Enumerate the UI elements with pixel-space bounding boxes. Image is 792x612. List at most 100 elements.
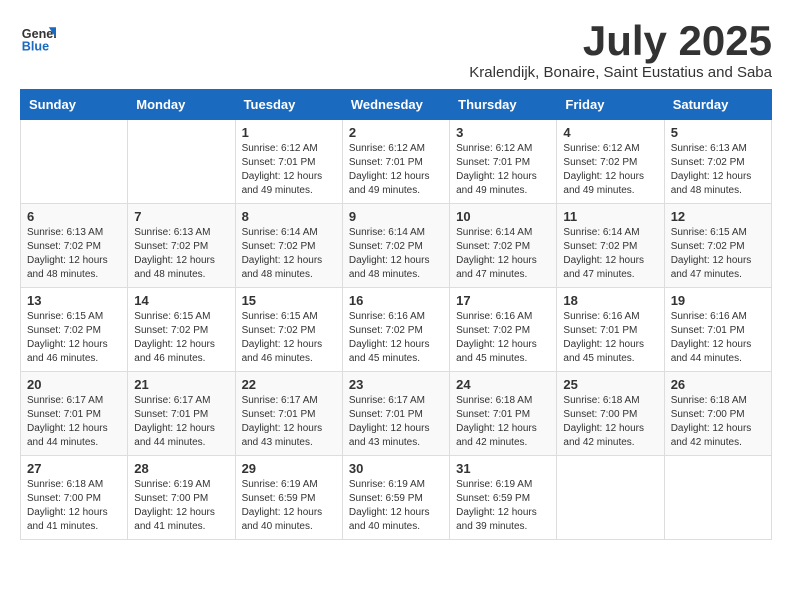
calendar-cell: 25 Sunrise: 6:18 AMSunset: 7:00 PMDaylig… xyxy=(557,372,664,456)
weekday-header-row: SundayMondayTuesdayWednesdayThursdayFrid… xyxy=(21,90,772,120)
weekday-header-sunday: Sunday xyxy=(21,90,128,120)
day-number: 27 xyxy=(27,461,121,476)
day-number: 7 xyxy=(134,209,228,224)
day-info: Sunrise: 6:16 AMSunset: 7:01 PMDaylight:… xyxy=(671,311,752,364)
day-info: Sunrise: 6:12 AMSunset: 7:01 PMDaylight:… xyxy=(349,143,430,196)
day-info: Sunrise: 6:14 AMSunset: 7:02 PMDaylight:… xyxy=(563,227,644,280)
calendar-cell: 14 Sunrise: 6:15 AMSunset: 7:02 PMDaylig… xyxy=(128,288,235,372)
day-info: Sunrise: 6:12 AMSunset: 7:01 PMDaylight:… xyxy=(242,143,323,196)
calendar-cell: 17 Sunrise: 6:16 AMSunset: 7:02 PMDaylig… xyxy=(450,288,557,372)
day-info: Sunrise: 6:16 AMSunset: 7:02 PMDaylight:… xyxy=(349,311,430,364)
weekday-header-wednesday: Wednesday xyxy=(342,90,449,120)
day-number: 25 xyxy=(563,377,657,392)
day-number: 8 xyxy=(242,209,336,224)
day-number: 30 xyxy=(349,461,443,476)
calendar-cell: 6 Sunrise: 6:13 AMSunset: 7:02 PMDayligh… xyxy=(21,204,128,288)
day-number: 17 xyxy=(456,293,550,308)
calendar-cell: 26 Sunrise: 6:18 AMSunset: 7:00 PMDaylig… xyxy=(664,372,771,456)
day-number: 26 xyxy=(671,377,765,392)
weekday-header-monday: Monday xyxy=(128,90,235,120)
calendar-cell: 19 Sunrise: 6:16 AMSunset: 7:01 PMDaylig… xyxy=(664,288,771,372)
calendar-cell: 3 Sunrise: 6:12 AMSunset: 7:01 PMDayligh… xyxy=(450,120,557,204)
day-number: 12 xyxy=(671,209,765,224)
day-info: Sunrise: 6:16 AMSunset: 7:02 PMDaylight:… xyxy=(456,311,537,364)
day-info: Sunrise: 6:18 AMSunset: 7:00 PMDaylight:… xyxy=(671,395,752,448)
day-number: 23 xyxy=(349,377,443,392)
weekday-header-thursday: Thursday xyxy=(450,90,557,120)
calendar-cell xyxy=(557,456,664,540)
calendar-cell: 9 Sunrise: 6:14 AMSunset: 7:02 PMDayligh… xyxy=(342,204,449,288)
week-row-5: 27 Sunrise: 6:18 AMSunset: 7:00 PMDaylig… xyxy=(21,456,772,540)
page-header: General Blue July 2025 Kralendijk, Bonai… xyxy=(20,20,772,81)
day-info: Sunrise: 6:17 AMSunset: 7:01 PMDaylight:… xyxy=(134,395,215,448)
day-number: 10 xyxy=(456,209,550,224)
day-number: 18 xyxy=(563,293,657,308)
calendar-cell: 5 Sunrise: 6:13 AMSunset: 7:02 PMDayligh… xyxy=(664,120,771,204)
day-number: 19 xyxy=(671,293,765,308)
calendar-cell: 28 Sunrise: 6:19 AMSunset: 7:00 PMDaylig… xyxy=(128,456,235,540)
calendar-cell: 21 Sunrise: 6:17 AMSunset: 7:01 PMDaylig… xyxy=(128,372,235,456)
day-info: Sunrise: 6:12 AMSunset: 7:01 PMDaylight:… xyxy=(456,143,537,196)
month-title: July 2025 xyxy=(469,20,772,62)
day-info: Sunrise: 6:14 AMSunset: 7:02 PMDaylight:… xyxy=(242,227,323,280)
calendar-cell: 8 Sunrise: 6:14 AMSunset: 7:02 PMDayligh… xyxy=(235,204,342,288)
calendar-cell: 22 Sunrise: 6:17 AMSunset: 7:01 PMDaylig… xyxy=(235,372,342,456)
day-number: 16 xyxy=(349,293,443,308)
calendar-cell: 4 Sunrise: 6:12 AMSunset: 7:02 PMDayligh… xyxy=(557,120,664,204)
day-number: 21 xyxy=(134,377,228,392)
location-subtitle: Kralendijk, Bonaire, Saint Eustatius and… xyxy=(469,64,772,81)
calendar-cell xyxy=(664,456,771,540)
day-number: 6 xyxy=(27,209,121,224)
day-number: 1 xyxy=(242,125,336,140)
day-number: 5 xyxy=(671,125,765,140)
week-row-1: 1 Sunrise: 6:12 AMSunset: 7:01 PMDayligh… xyxy=(21,120,772,204)
calendar-cell xyxy=(21,120,128,204)
week-row-3: 13 Sunrise: 6:15 AMSunset: 7:02 PMDaylig… xyxy=(21,288,772,372)
calendar-cell: 10 Sunrise: 6:14 AMSunset: 7:02 PMDaylig… xyxy=(450,204,557,288)
day-info: Sunrise: 6:14 AMSunset: 7:02 PMDaylight:… xyxy=(349,227,430,280)
calendar-cell: 1 Sunrise: 6:12 AMSunset: 7:01 PMDayligh… xyxy=(235,120,342,204)
day-info: Sunrise: 6:19 AMSunset: 6:59 PMDaylight:… xyxy=(349,479,430,532)
calendar-cell: 29 Sunrise: 6:19 AMSunset: 6:59 PMDaylig… xyxy=(235,456,342,540)
day-number: 29 xyxy=(242,461,336,476)
day-info: Sunrise: 6:19 AMSunset: 6:59 PMDaylight:… xyxy=(242,479,323,532)
day-number: 22 xyxy=(242,377,336,392)
svg-text:Blue: Blue xyxy=(22,40,49,54)
weekday-header-tuesday: Tuesday xyxy=(235,90,342,120)
day-number: 2 xyxy=(349,125,443,140)
calendar-cell: 23 Sunrise: 6:17 AMSunset: 7:01 PMDaylig… xyxy=(342,372,449,456)
day-info: Sunrise: 6:13 AMSunset: 7:02 PMDaylight:… xyxy=(134,227,215,280)
day-number: 4 xyxy=(563,125,657,140)
day-info: Sunrise: 6:13 AMSunset: 7:02 PMDaylight:… xyxy=(27,227,108,280)
day-info: Sunrise: 6:12 AMSunset: 7:02 PMDaylight:… xyxy=(563,143,644,196)
day-number: 20 xyxy=(27,377,121,392)
calendar-cell: 27 Sunrise: 6:18 AMSunset: 7:00 PMDaylig… xyxy=(21,456,128,540)
logo: General Blue xyxy=(20,20,56,56)
logo-icon: General Blue xyxy=(20,20,56,56)
day-number: 24 xyxy=(456,377,550,392)
day-info: Sunrise: 6:19 AMSunset: 7:00 PMDaylight:… xyxy=(134,479,215,532)
day-info: Sunrise: 6:18 AMSunset: 7:00 PMDaylight:… xyxy=(563,395,644,448)
calendar-cell: 30 Sunrise: 6:19 AMSunset: 6:59 PMDaylig… xyxy=(342,456,449,540)
calendar-cell: 20 Sunrise: 6:17 AMSunset: 7:01 PMDaylig… xyxy=(21,372,128,456)
calendar-cell: 13 Sunrise: 6:15 AMSunset: 7:02 PMDaylig… xyxy=(21,288,128,372)
day-number: 14 xyxy=(134,293,228,308)
day-info: Sunrise: 6:15 AMSunset: 7:02 PMDaylight:… xyxy=(242,311,323,364)
day-number: 31 xyxy=(456,461,550,476)
weekday-header-saturday: Saturday xyxy=(664,90,771,120)
calendar-cell: 16 Sunrise: 6:16 AMSunset: 7:02 PMDaylig… xyxy=(342,288,449,372)
calendar-cell xyxy=(128,120,235,204)
day-info: Sunrise: 6:17 AMSunset: 7:01 PMDaylight:… xyxy=(27,395,108,448)
day-info: Sunrise: 6:14 AMSunset: 7:02 PMDaylight:… xyxy=(456,227,537,280)
title-block: July 2025 Kralendijk, Bonaire, Saint Eus… xyxy=(469,20,772,81)
day-info: Sunrise: 6:15 AMSunset: 7:02 PMDaylight:… xyxy=(671,227,752,280)
day-info: Sunrise: 6:15 AMSunset: 7:02 PMDaylight:… xyxy=(27,311,108,364)
day-number: 13 xyxy=(27,293,121,308)
calendar-cell: 24 Sunrise: 6:18 AMSunset: 7:01 PMDaylig… xyxy=(450,372,557,456)
day-info: Sunrise: 6:19 AMSunset: 6:59 PMDaylight:… xyxy=(456,479,537,532)
day-info: Sunrise: 6:13 AMSunset: 7:02 PMDaylight:… xyxy=(671,143,752,196)
day-info: Sunrise: 6:18 AMSunset: 7:00 PMDaylight:… xyxy=(27,479,108,532)
day-number: 28 xyxy=(134,461,228,476)
week-row-2: 6 Sunrise: 6:13 AMSunset: 7:02 PMDayligh… xyxy=(21,204,772,288)
calendar-cell: 18 Sunrise: 6:16 AMSunset: 7:01 PMDaylig… xyxy=(557,288,664,372)
